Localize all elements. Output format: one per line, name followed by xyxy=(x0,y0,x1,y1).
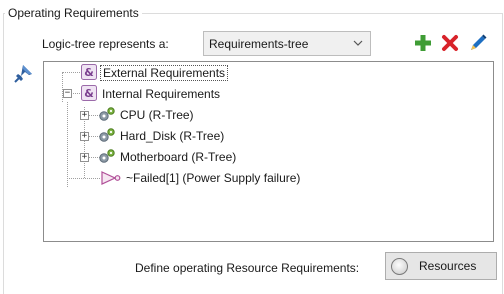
tree-expand-toggle[interactable]: + xyxy=(80,153,89,162)
tree-collapse-toggle[interactable]: − xyxy=(63,89,72,98)
tree-expand-toggle[interactable]: + xyxy=(80,132,89,141)
define-resources-label: Define operating Resource Requirements: xyxy=(135,261,360,275)
radio-circle-icon xyxy=(391,258,408,275)
resources-button[interactable]: Resources xyxy=(385,252,497,280)
plus-icon[interactable] xyxy=(413,33,433,53)
pencil-icon[interactable] xyxy=(467,33,487,53)
logic-tree-type-value: Requirements-tree xyxy=(209,37,309,51)
gears-icon xyxy=(99,107,115,121)
logic-tree-type-dropdown[interactable]: Requirements-tree xyxy=(203,31,371,56)
and-gate-icon: & xyxy=(81,85,97,101)
group-title: Operating Requirements xyxy=(5,6,142,20)
tree-connector xyxy=(67,178,100,179)
delete-x-icon[interactable] xyxy=(440,33,460,53)
svg-text:&: & xyxy=(84,66,94,79)
gears-icon xyxy=(99,128,115,142)
resources-button-label: Resources xyxy=(419,259,477,273)
not-gate-icon xyxy=(101,171,121,185)
logic-tree-label: Logic-tree represents a: xyxy=(42,37,169,51)
chevron-down-icon xyxy=(353,40,363,46)
and-gate-icon: & xyxy=(81,64,97,80)
svg-text:&: & xyxy=(84,87,94,100)
tree-connector xyxy=(62,72,80,73)
requirements-tree[interactable]: & External Requirements − & Internal Req… xyxy=(43,61,494,242)
gears-icon xyxy=(99,149,115,163)
pin-icon[interactable] xyxy=(14,63,34,83)
tree-connector xyxy=(67,102,68,187)
tree-expand-toggle[interactable]: + xyxy=(80,111,89,120)
